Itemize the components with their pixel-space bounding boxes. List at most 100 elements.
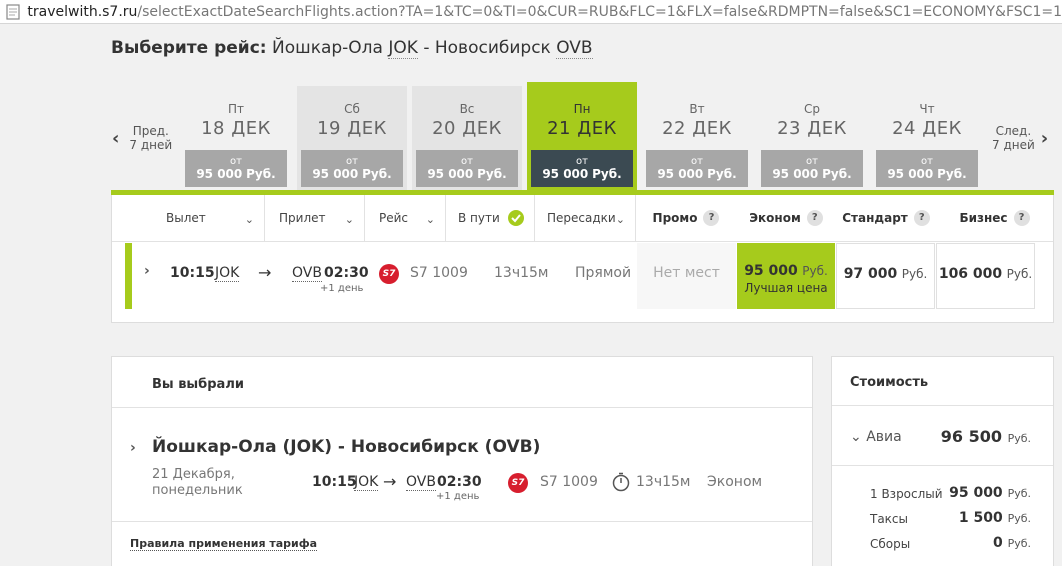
cost-label-taxes: Таксы	[870, 512, 909, 526]
flight-duration: 13ч15м	[494, 265, 549, 281]
cost-header: Стоимость	[832, 357, 1053, 406]
day-option[interactable]: Ср 23 ДЕК от 95 000 Руб.	[757, 86, 867, 190]
flight-number: S7 1009	[410, 265, 468, 281]
day-price: от 95 000 Руб.	[416, 150, 518, 187]
day-of-week: Пт	[227, 102, 244, 116]
chevron-down-icon: ⌄	[344, 213, 354, 226]
day-price: от 95 000 Руб.	[876, 150, 978, 187]
title-prefix: Выберите рейс:	[111, 38, 267, 58]
column-stops[interactable]: Пересадки ⌄	[535, 195, 636, 242]
day-date: 22 ДЕК	[662, 118, 732, 139]
sel-duration: 13ч15м	[636, 474, 691, 490]
chevron-down-icon: ⌄	[615, 213, 625, 226]
arr-time: 02:30	[324, 265, 369, 281]
day-of-week: Вт	[689, 102, 705, 116]
sel-dep-code[interactable]: JOK	[354, 474, 379, 491]
title-separator: -	[423, 38, 430, 58]
title-from-code[interactable]: JOK	[388, 38, 418, 59]
cost-panel: Стоимость ⌄ Авиа 96 500 Руб. 1 Взрослый …	[831, 356, 1054, 566]
help-icon[interactable]: ?	[1013, 210, 1030, 226]
sel-next-day: +1 день	[436, 491, 480, 502]
title-to-code[interactable]: OVB	[556, 38, 593, 59]
cost-value-taxes: 1 500 Руб.	[958, 510, 1031, 526]
day-price: от 95 000 Руб.	[185, 150, 287, 187]
help-icon[interactable]: ?	[806, 210, 823, 226]
fare-economy[interactable]: 95 000 Руб. Лучшая цена	[737, 243, 835, 309]
tarif-rules-link[interactable]: Правила применения тарифа	[130, 537, 318, 551]
selected-date: 21 Декабря, понедельник	[152, 467, 243, 498]
day-option[interactable]: Пн 21 ДЕК от 95 000 Руб.	[527, 82, 637, 192]
chevron-down-icon: ⌄	[850, 429, 862, 445]
fare-business[interactable]: 106 000 Руб.	[936, 243, 1035, 309]
cost-label-fees: Сборы	[870, 537, 911, 551]
column-business: Бизнес?	[936, 195, 1053, 242]
column-flight[interactable]: Рейс ⌄	[365, 195, 446, 242]
day-option[interactable]: Пт 18 ДЕК от 95 000 Руб.	[181, 86, 291, 190]
url-path: /selectExactDateSearchFlights.action?TA=…	[137, 3, 1062, 20]
next-week-button[interactable]: След. 7 дней ›	[992, 124, 1048, 152]
sel-dep-time: 10:15	[312, 474, 357, 490]
day-date: 18 ДЕК	[201, 118, 271, 139]
cost-value-adult: 95 000 Руб.	[949, 485, 1031, 501]
title-from-city: Йошкар-Ола	[272, 38, 383, 58]
day-date: 23 ДЕК	[777, 118, 847, 139]
chevron-right-icon: ›	[1040, 127, 1049, 149]
flights-table: Вылет ⌄ Прилет ⌄ Рейс ⌄ В пути Пересадки ⌄ П…	[111, 195, 1054, 323]
check-circle-icon	[508, 210, 524, 226]
cost-value-fees: 0 Руб.	[992, 535, 1031, 551]
help-icon[interactable]: ?	[703, 210, 720, 226]
divider	[832, 465, 1053, 466]
column-arrive[interactable]: Прилет ⌄	[265, 195, 365, 242]
help-icon[interactable]: ?	[913, 210, 930, 226]
sel-flight-number: S7 1009	[540, 474, 598, 490]
avia-toggle[interactable]: ⌄ Авиа	[850, 429, 902, 445]
column-depart[interactable]: Вылет ⌄	[112, 195, 265, 242]
cost-label-adult: 1 Взрослый	[870, 487, 943, 501]
day-price: от 95 000 Руб.	[531, 150, 633, 187]
day-of-week: Сб	[344, 102, 360, 116]
day-of-week: Пн	[573, 102, 591, 116]
day-price: от 95 000 Руб.	[761, 150, 863, 187]
fare-standard[interactable]: 97 000 Руб.	[836, 243, 935, 309]
column-promo: Промо?	[636, 195, 736, 242]
address-bar[interactable]: travelwith.s7.ru/selectExactDateSearchFl…	[0, 0, 1062, 24]
sel-fare-class: Эконом	[707, 474, 763, 490]
dep-code[interactable]: JOK	[215, 265, 240, 282]
day-option[interactable]: Чт 24 ДЕК от 95 000 Руб.	[872, 86, 982, 190]
dep-time: 10:15	[170, 265, 215, 281]
arrow-icon: →	[383, 472, 397, 491]
selected-flight-panel: Вы выбрали › Йошкар-Ола (JOK) - Новосиби…	[111, 356, 813, 566]
page-title: Выберите рейс: Йошкар-Ола JOK - Новосиби…	[111, 38, 593, 59]
prev-week-button[interactable]: ‹ Пред. 7 дней	[112, 124, 172, 152]
chevron-left-icon: ‹	[112, 127, 120, 149]
column-duration[interactable]: В пути	[446, 195, 535, 242]
day-option[interactable]: Сб 19 ДЕК от 95 000 Руб.	[297, 86, 407, 190]
day-date: 19 ДЕК	[317, 118, 387, 139]
chevron-down-icon: ⌄	[244, 213, 254, 226]
expand-icon[interactable]: ›	[144, 263, 150, 279]
divider	[112, 521, 812, 522]
arr-code[interactable]: OVB	[292, 265, 322, 282]
selected-route: Йошкар-Ола (JOK) - Новосибирск (OVB)	[152, 437, 541, 457]
page-icon	[6, 3, 21, 20]
sel-arr-code[interactable]: OVB	[406, 474, 436, 491]
s7-logo-icon: S7	[379, 264, 399, 284]
day-of-week: Ср	[804, 102, 820, 116]
day-price: от 95 000 Руб.	[646, 150, 748, 187]
s7-logo-icon: S7	[508, 473, 528, 493]
sel-arr-time: 02:30	[437, 474, 482, 490]
day-price: от 95 000 Руб.	[301, 150, 403, 187]
day-date: 24 ДЕК	[892, 118, 962, 139]
title-to-city: Новосибирск	[434, 38, 551, 58]
expand-icon[interactable]: ›	[130, 440, 136, 456]
fare-promo: Нет мест	[637, 243, 736, 309]
day-of-week: Вс	[459, 102, 475, 116]
flight-row[interactable]: › 10:15 JOK → OVB 02:30 +1 день S7 S7 10…	[112, 243, 1055, 309]
next-day-note: +1 день	[320, 283, 364, 294]
flight-stops: Прямой	[575, 265, 632, 281]
day-option[interactable]: Вт 22 ДЕК от 95 000 Руб.	[642, 86, 752, 190]
column-standard: Стандарт?	[836, 195, 936, 242]
day-date: 21 ДЕК	[547, 118, 617, 139]
day-date: 20 ДЕК	[432, 118, 502, 139]
day-option[interactable]: Вс 20 ДЕК от 95 000 Руб.	[412, 86, 522, 190]
